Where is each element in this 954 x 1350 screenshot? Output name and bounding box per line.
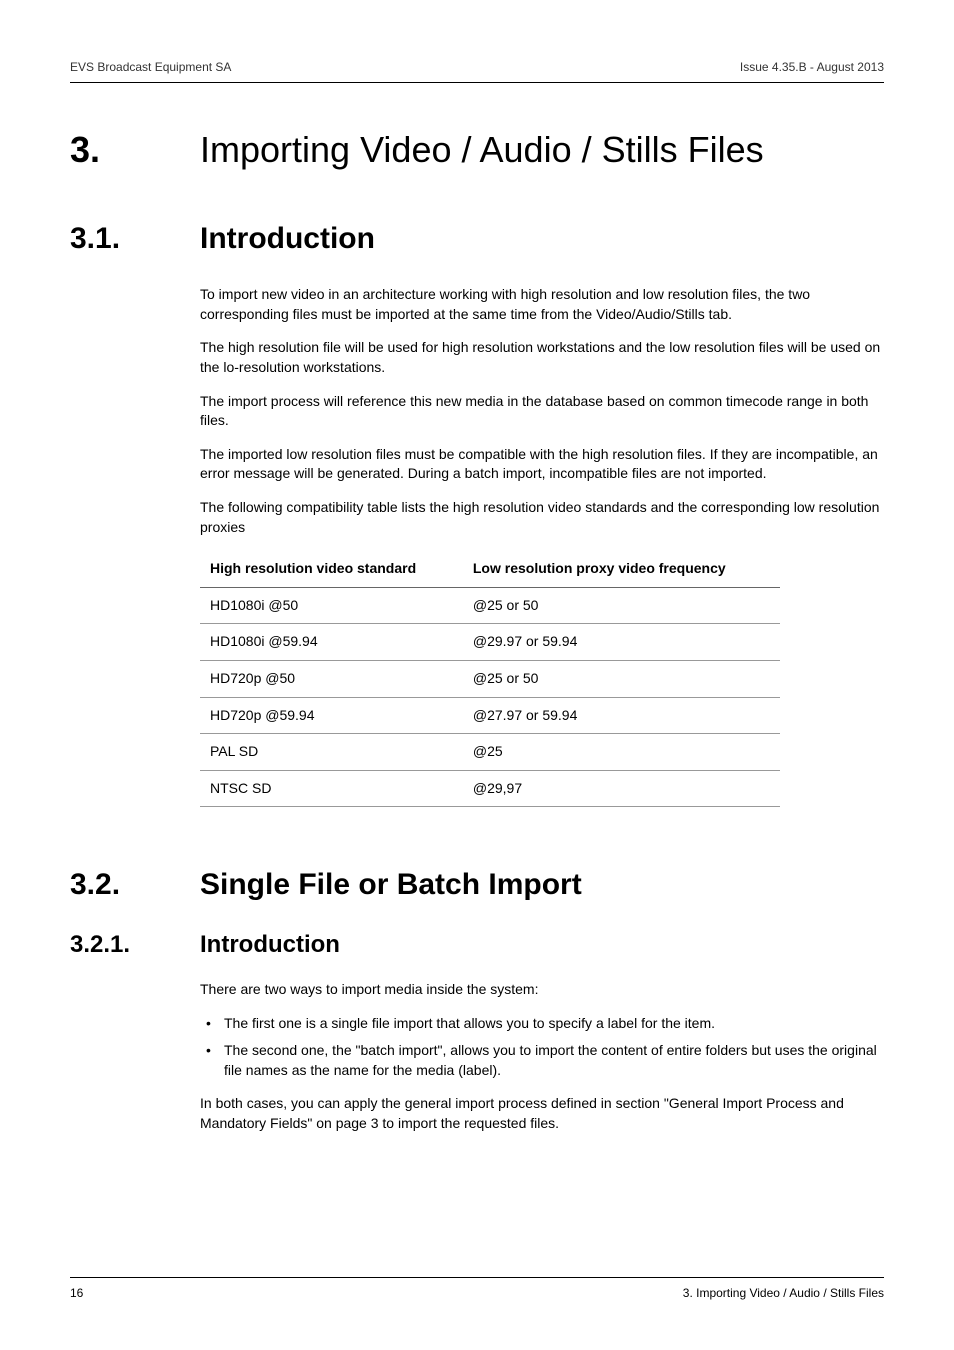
subsection-3-2-1-body: There are two ways to import media insid… [200,980,884,1134]
list-item: The second one, the "batch import", allo… [200,1041,884,1080]
section-heading-3-2: 3.2. Single File or Batch Import [70,867,884,903]
table-header: High resolution video standard [200,551,463,587]
table-row: NTSC SD @29,97 [200,770,780,807]
table-row: HD720p @59.94 @27.97 or 59.94 [200,697,780,734]
table-row: HD1080i @50 @25 or 50 [200,587,780,624]
table-header: Low resolution proxy video frequency [463,551,780,587]
table-cell: PAL SD [200,734,463,771]
subsection-title: Introduction [200,931,884,960]
table-row: HD720p @50 @25 or 50 [200,660,780,697]
section-number: 3.2. [70,867,200,903]
section-number: 3.1. [70,221,200,257]
table-cell: HD1080i @50 [200,587,463,624]
header-right: Issue 4.35.B - August 2013 [740,60,884,74]
footer-page-number: 16 [70,1286,83,1300]
paragraph: To import new video in an architecture w… [200,285,884,324]
table-cell: HD720p @59.94 [200,697,463,734]
chapter-title: Importing Video / Audio / Stills Files [200,128,884,171]
compatibility-table: High resolution video standard Low resol… [200,551,780,807]
paragraph: The high resolution file will be used fo… [200,338,884,377]
subsection-heading-3-2-1: 3.2.1. Introduction [70,931,884,960]
table-cell: @27.97 or 59.94 [463,697,780,734]
paragraph: There are two ways to import media insid… [200,980,884,1000]
paragraph: The import process will reference this n… [200,392,884,431]
section-3-1-body: To import new video in an architecture w… [200,285,884,807]
footer-chapter-ref: 3. Importing Video / Audio / Stills File… [683,1286,884,1300]
section-heading-3-1: 3.1. Introduction [70,221,884,257]
table-cell: @25 or 50 [463,660,780,697]
table-cell: HD1080i @59.94 [200,624,463,661]
chapter-heading: 3. Importing Video / Audio / Stills File… [70,128,884,171]
chapter-number: 3. [70,128,200,171]
section-title: Single File or Batch Import [200,867,884,903]
paragraph: In both cases, you can apply the general… [200,1094,884,1133]
table-cell: @25 [463,734,780,771]
bullet-list: The first one is a single file import th… [200,1014,884,1081]
table-row: HD1080i @59.94 @29.97 or 59.94 [200,624,780,661]
paragraph: The following compatibility table lists … [200,498,884,537]
table-cell: @25 or 50 [463,587,780,624]
table-cell: HD720p @50 [200,660,463,697]
table-cell: NTSC SD [200,770,463,807]
table-cell: @29.97 or 59.94 [463,624,780,661]
subsection-number: 3.2.1. [70,931,200,960]
paragraph: The imported low resolution files must b… [200,445,884,484]
section-title: Introduction [200,221,884,257]
table-header-row: High resolution video standard Low resol… [200,551,780,587]
list-item: The first one is a single file import th… [200,1014,884,1034]
page-footer: 16 3. Importing Video / Audio / Stills F… [70,1277,884,1300]
page-header: EVS Broadcast Equipment SA Issue 4.35.B … [70,60,884,83]
table-cell: @29,97 [463,770,780,807]
table-row: PAL SD @25 [200,734,780,771]
header-left: EVS Broadcast Equipment SA [70,60,231,74]
